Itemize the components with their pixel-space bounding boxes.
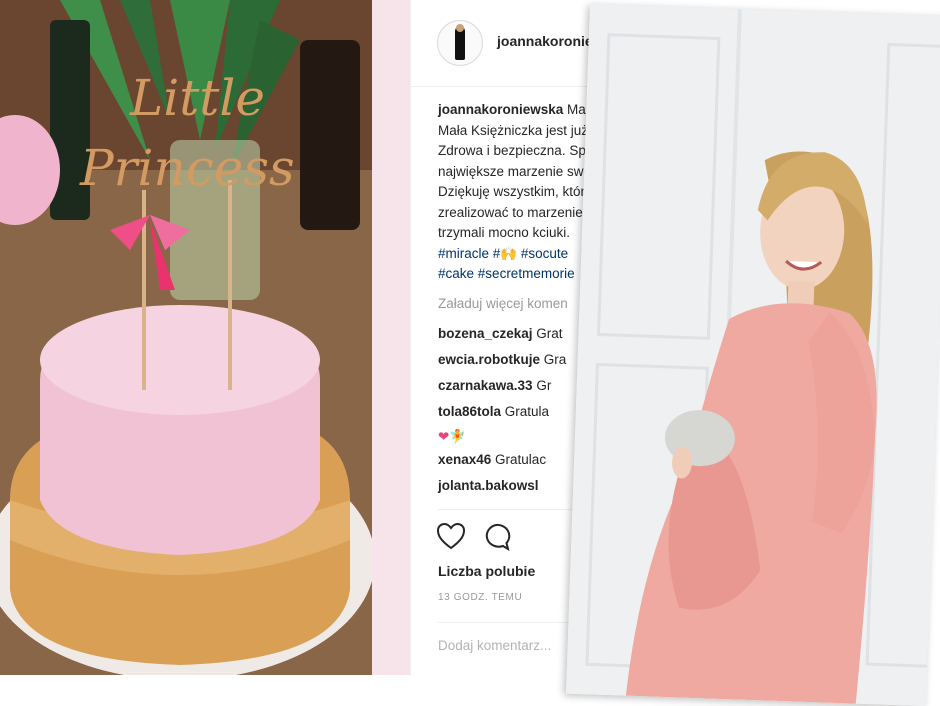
comment-bubble-icon[interactable] bbox=[481, 522, 511, 552]
caption-username[interactable]: joannakoroniewska bbox=[438, 102, 563, 117]
comment-text: Gratulac bbox=[491, 452, 547, 467]
heart-fairy-emoji: ❤🧚 bbox=[438, 429, 467, 444]
hashtag[interactable]: #secretmemorie bbox=[478, 266, 575, 281]
load-more-comments[interactable]: Załaduj więcej komen bbox=[438, 296, 568, 311]
comment-text: Gratula bbox=[501, 404, 550, 419]
hashtag[interactable]: #cake bbox=[438, 266, 474, 281]
comment-username[interactable]: jolanta.bakowsl bbox=[438, 478, 539, 493]
likes-count[interactable]: Liczba polubie bbox=[438, 563, 535, 579]
pink-strip bbox=[372, 0, 410, 675]
comment-username[interactable]: czarnakawa.33 bbox=[438, 378, 533, 393]
heart-outline-icon[interactable] bbox=[436, 522, 466, 550]
post-timestamp: 13 GODZ. TEMU bbox=[438, 592, 523, 603]
add-comment-input[interactable]: Dodaj komentarz... bbox=[438, 638, 551, 653]
hashtag[interactable]: #🙌 bbox=[493, 246, 517, 261]
comment-username[interactable]: bozena_czekaj bbox=[438, 326, 533, 341]
comment-text: Gra bbox=[540, 352, 567, 367]
hashtag[interactable]: #miracle bbox=[438, 246, 489, 261]
topper-script-line2: Princess bbox=[79, 139, 295, 197]
cake-photo: Little Princess bbox=[0, 0, 372, 675]
comment-username[interactable]: xenax46 bbox=[438, 452, 491, 467]
comment-text: Grat bbox=[532, 326, 563, 341]
comment-username[interactable]: ewcia.robotkuje bbox=[438, 352, 540, 367]
avatar-head bbox=[456, 24, 464, 32]
cake-illustration: Little Princess bbox=[0, 0, 372, 675]
overlay-photo bbox=[565, 4, 940, 706]
woman-illustration bbox=[565, 4, 940, 706]
avatar[interactable] bbox=[437, 20, 483, 66]
topper-script-line1: Little bbox=[129, 69, 265, 127]
comment-username[interactable]: tola86tola bbox=[438, 404, 501, 419]
comment-text: Gr bbox=[532, 378, 552, 393]
hashtag[interactable]: #socute bbox=[521, 246, 568, 261]
